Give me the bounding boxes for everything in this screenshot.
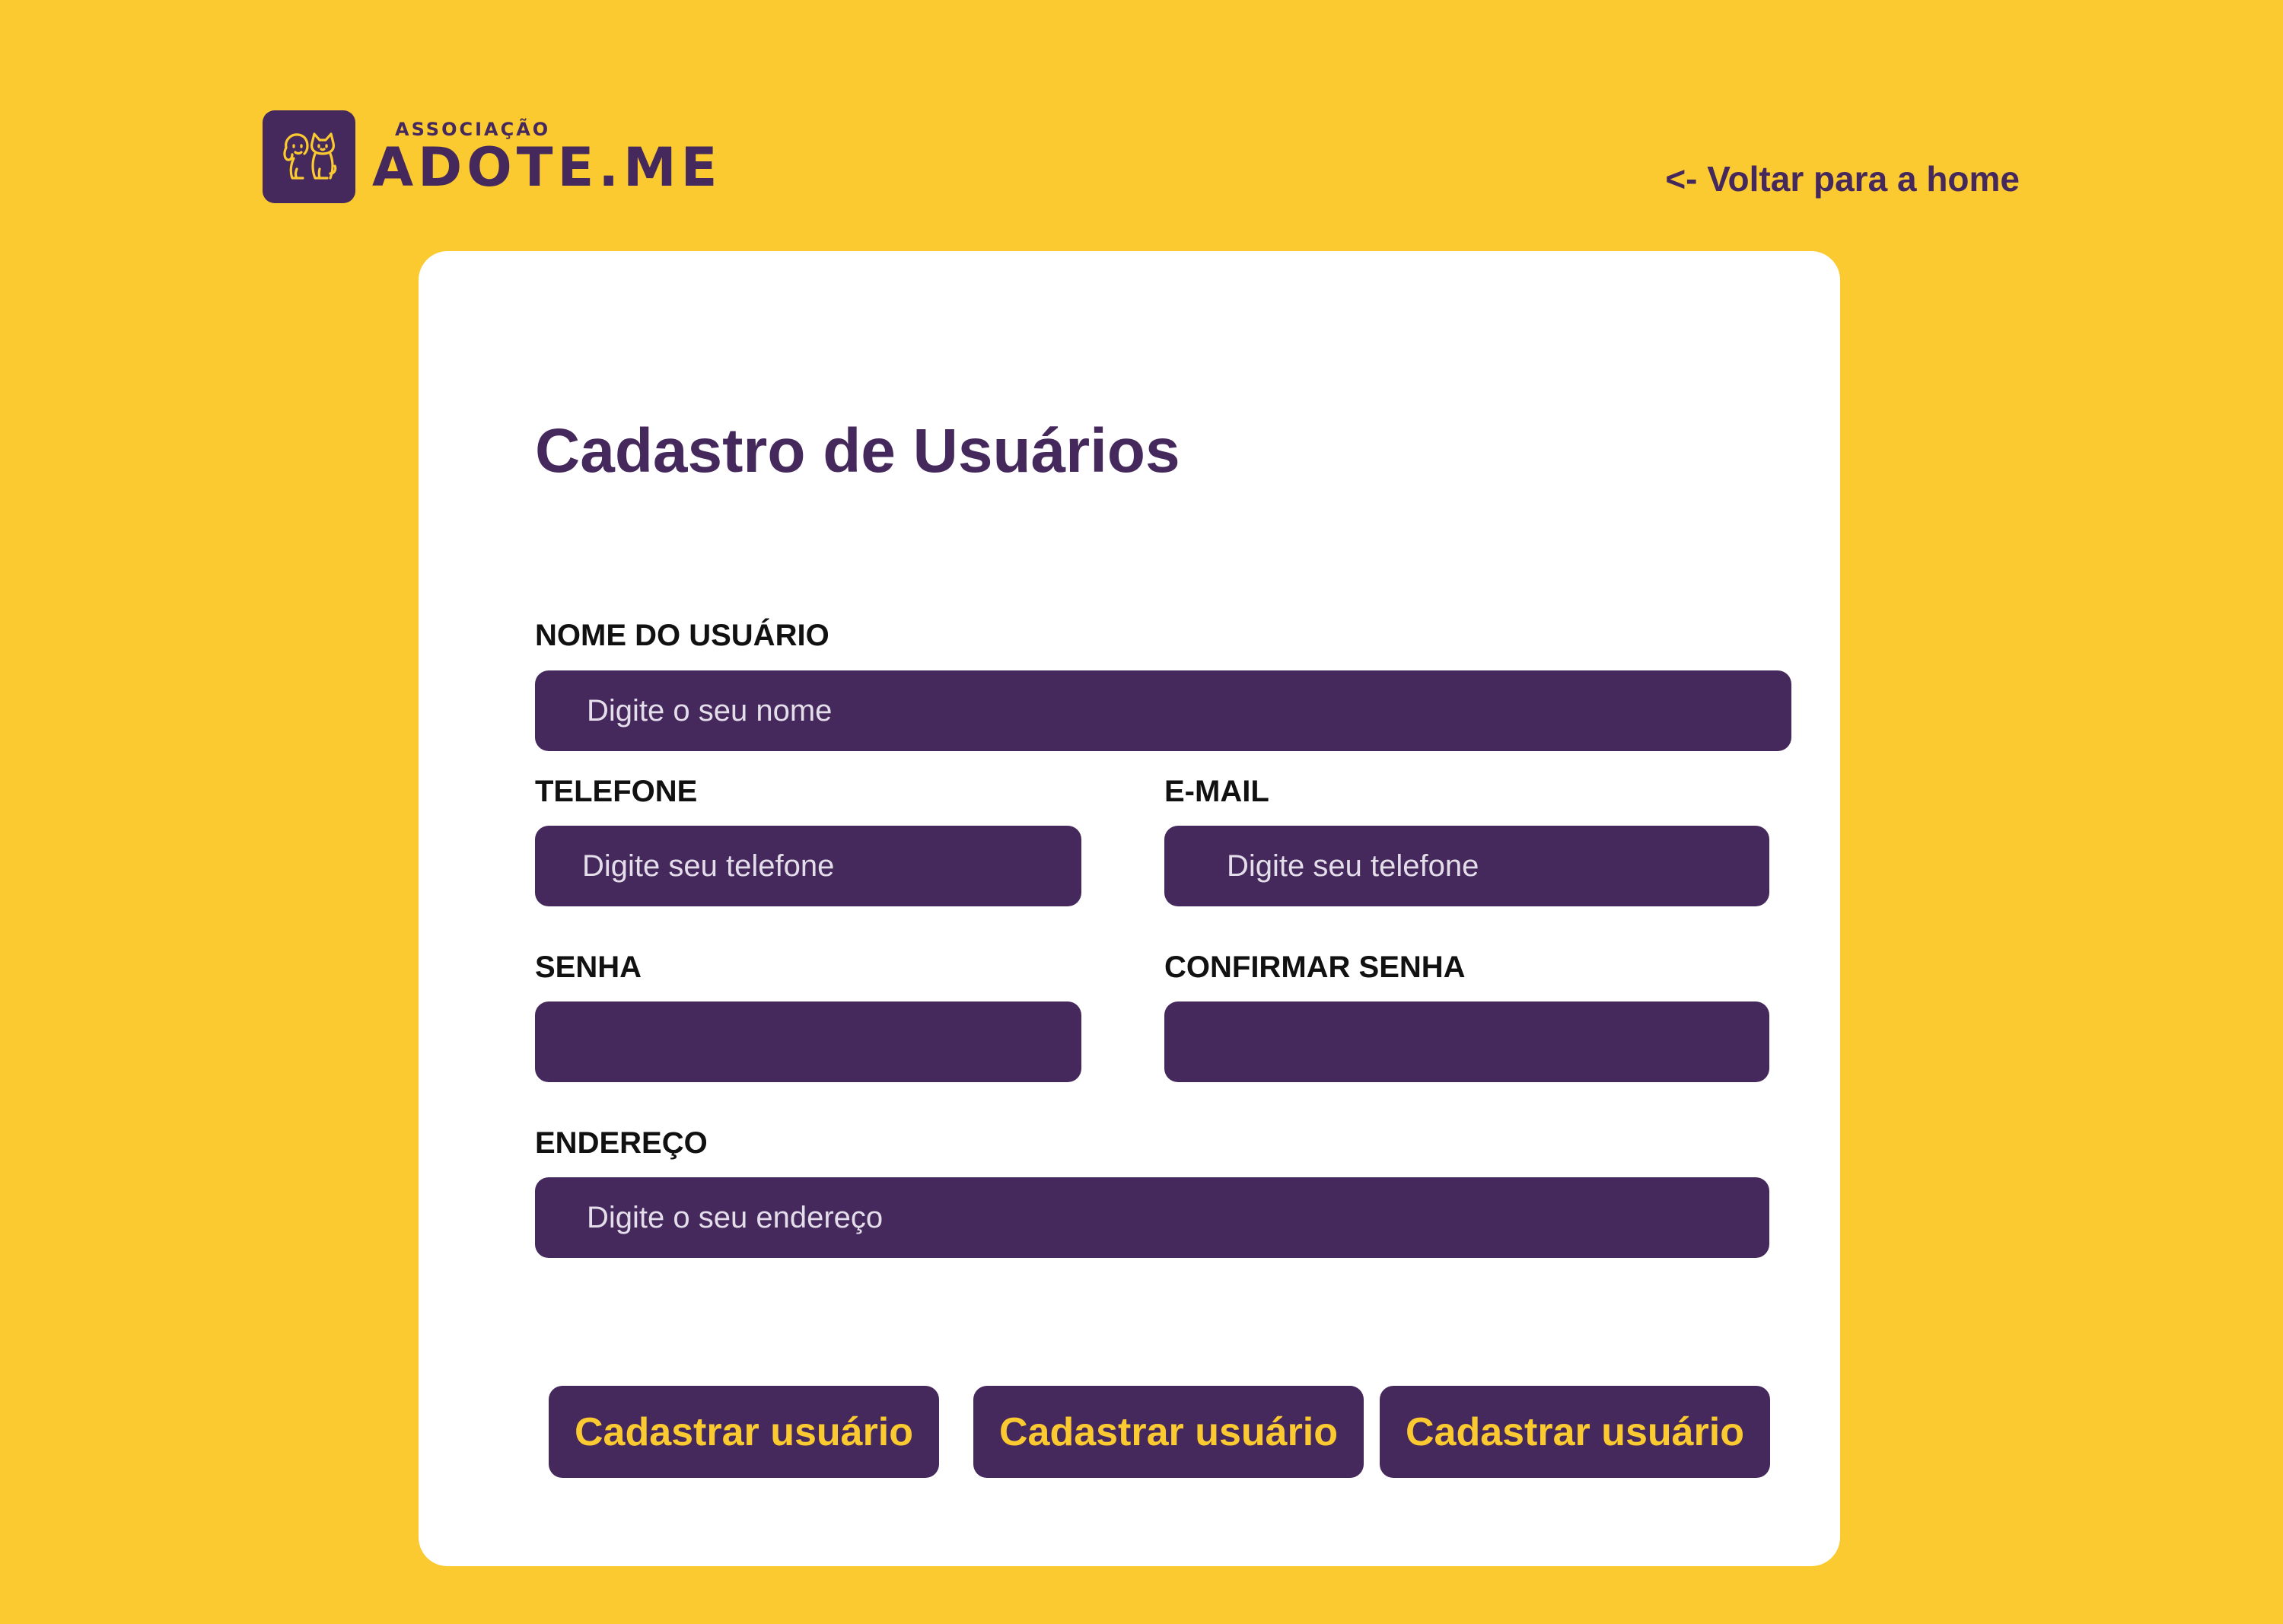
back-to-home-link[interactable]: <- Voltar para a home	[1665, 158, 2020, 199]
confirm-password-label: CONFIRMAR SENHA	[1164, 951, 1466, 984]
dog-and-cat-icon	[263, 110, 355, 203]
register-user-button[interactable]: Cadastrar usuário	[549, 1386, 939, 1478]
page-title: Cadastro de Usuários	[535, 416, 1180, 486]
address-label: ENDEREÇO	[535, 1126, 708, 1160]
password-input[interactable]	[535, 1001, 1081, 1082]
brand-wordmark: ASSOCIAÇÃO ADOTE.ME	[372, 119, 721, 195]
brand-name: ADOTE.ME	[372, 136, 722, 199]
phone-label: TELEFONE	[535, 775, 698, 808]
password-label: SENHA	[535, 951, 642, 984]
registration-card: Cadastro de Usuários NOME DO USUÁRIO TEL…	[419, 251, 1840, 1566]
address-input[interactable]	[535, 1177, 1769, 1258]
register-user-button[interactable]: Cadastrar usuário	[973, 1386, 1364, 1478]
email-label: E-MAIL	[1164, 775, 1269, 808]
name-input[interactable]	[535, 670, 1791, 751]
phone-input[interactable]	[535, 826, 1081, 906]
confirm-password-input[interactable]	[1164, 1001, 1769, 1082]
email-input[interactable]	[1164, 826, 1769, 906]
register-user-button[interactable]: Cadastrar usuário	[1380, 1386, 1770, 1478]
name-label: NOME DO USUÁRIO	[535, 619, 829, 652]
brand-logo: ASSOCIAÇÃO ADOTE.ME	[263, 110, 721, 203]
